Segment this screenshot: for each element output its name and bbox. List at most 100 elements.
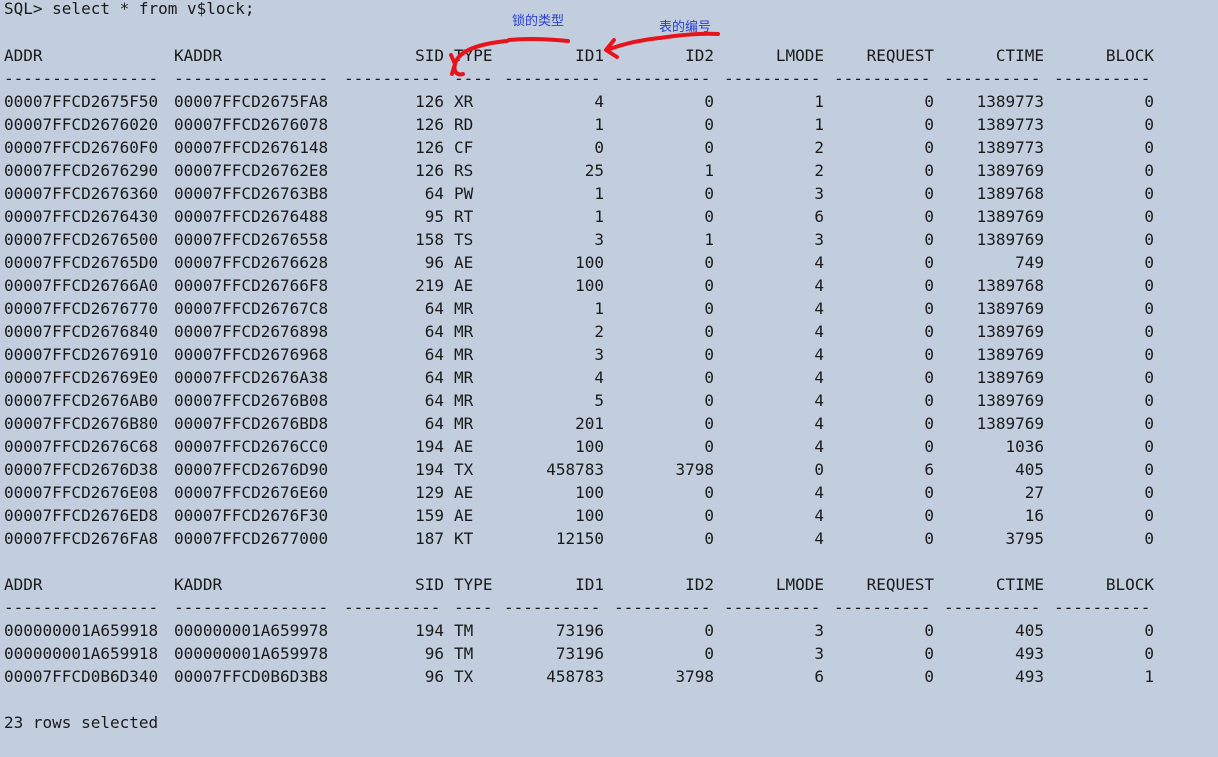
- cell-type: PW: [454, 184, 474, 203]
- cell-addr: 00007FFCD2675F50: [4, 92, 159, 111]
- cell-block: ----------: [1054, 69, 1151, 88]
- cell-type: TYPE: [454, 46, 493, 65]
- cell-ctime: 1036: [1005, 437, 1044, 456]
- cell-type: TS: [454, 230, 474, 249]
- cell-type: ----: [454, 598, 493, 617]
- cell-addr: 00007FFCD2676910: [4, 345, 159, 364]
- cell-lmode: ----------: [724, 598, 821, 617]
- separator-row: ---------------- ---------------- --------…: [4, 67, 1204, 90]
- cell-request: 0: [924, 345, 934, 364]
- cell-block: 0: [1144, 391, 1154, 410]
- cell-lmode: LMODE: [775, 575, 824, 594]
- cell-id2: 1: [704, 161, 714, 180]
- table-row: 00007FFCD26760F0 00007FFCD2676148 126 CF 0 0 2…: [4, 136, 1204, 159]
- cell-id2: 0: [704, 391, 714, 410]
- cell-request: 6: [924, 460, 934, 479]
- table-row: 00007FFCD26765D0 00007FFCD2676628 96 AE 100 0…: [4, 251, 1204, 274]
- cell-ctime: 1389768: [976, 184, 1044, 203]
- cell-addr: 00007FFCD2676E08: [4, 483, 159, 502]
- cell-id2: 1: [704, 230, 714, 249]
- cell-block: 0: [1144, 299, 1154, 318]
- cell-lmode: 4: [814, 391, 824, 410]
- cell-kaddr: 00007FFCD2675FA8: [174, 92, 329, 111]
- table-row: 00007FFCD0B6D340 00007FFCD0B6D3B8 96 TX 4587…: [4, 665, 1204, 688]
- cell-sid: 64: [424, 322, 444, 341]
- cell-sid: SID: [415, 46, 444, 65]
- cell-id2: ID2: [685, 46, 714, 65]
- cell-request: 0: [924, 184, 934, 203]
- cell-sid: 129: [415, 483, 444, 502]
- table-row: 00007FFCD2676500 00007FFCD2676558 158 TS 3 1 3…: [4, 228, 1204, 251]
- cell-sid: 95: [424, 207, 444, 226]
- cell-lmode: 4: [814, 345, 824, 364]
- cell-addr: 00007FFCD0B6D340: [4, 667, 159, 686]
- cell-id2: 0: [704, 621, 714, 640]
- cell-addr: ----------------: [4, 69, 159, 88]
- cell-request: 0: [924, 115, 934, 134]
- cell-id2: 0: [704, 115, 714, 134]
- table-row: 00007FFCD2676910 00007FFCD2676968 64 MR 3 0 4 0…: [4, 343, 1204, 366]
- cell-kaddr: 00007FFCD2676558: [174, 230, 329, 249]
- cell-id1: 3: [594, 345, 604, 364]
- cell-type: ----: [454, 69, 493, 88]
- cell-addr: 00007FFCD2676430: [4, 207, 159, 226]
- cell-block: 1: [1144, 667, 1154, 686]
- cell-request: 0: [924, 667, 934, 686]
- cell-ctime: 1389768: [976, 276, 1044, 295]
- cell-id1: 201: [575, 414, 604, 433]
- cell-id2: 0: [704, 506, 714, 525]
- cell-type: MR: [454, 368, 474, 387]
- cell-kaddr: 00007FFCD2676898: [174, 322, 329, 341]
- cell-lmode: 4: [814, 437, 824, 456]
- cell-request: 0: [924, 253, 934, 272]
- cell-id1: 2: [594, 322, 604, 341]
- cell-id1: 1: [594, 115, 604, 134]
- cell-sid: 158: [415, 230, 444, 249]
- cell-lmode: 4: [814, 276, 824, 295]
- cell-id2: 0: [704, 207, 714, 226]
- table-row: 00007FFCD2676430 00007FFCD2676488 95 RT 1 0 6 0…: [4, 205, 1204, 228]
- cell-id1: 100: [575, 483, 604, 502]
- cell-kaddr: 00007FFCD26763B8: [174, 184, 329, 203]
- cell-request: 0: [924, 414, 934, 433]
- table-row: 00007FFCD2676770 00007FFCD26767C8 64 MR 1 0 4 0…: [4, 297, 1204, 320]
- cell-lmode: 4: [814, 368, 824, 387]
- cell-id1: 25: [584, 161, 604, 180]
- cell-sid: 96: [424, 253, 444, 272]
- cell-lmode: LMODE: [775, 46, 824, 65]
- cell-id2: 0: [704, 437, 714, 456]
- cell-sid: 126: [415, 138, 444, 157]
- cell-request: 0: [924, 644, 934, 663]
- cell-request: 0: [924, 161, 934, 180]
- cell-id1: 73196: [555, 621, 604, 640]
- cell-kaddr: 00007FFCD2676F30: [174, 506, 329, 525]
- cell-sid: 219: [415, 276, 444, 295]
- cell-sid: 64: [424, 184, 444, 203]
- cell-request: 0: [924, 299, 934, 318]
- cell-block: BLOCK: [1105, 575, 1154, 594]
- cell-addr: 000000001A659918: [4, 644, 159, 663]
- cell-kaddr: KADDR: [174, 575, 223, 594]
- cell-ctime: 1389769: [976, 414, 1044, 433]
- cell-type: TX: [454, 667, 474, 686]
- cell-type: RD: [454, 115, 474, 134]
- cell-addr: ADDR: [4, 46, 43, 65]
- cell-sid: 96: [424, 667, 444, 686]
- cell-kaddr: 00007FFCD0B6D3B8: [174, 667, 329, 686]
- cell-kaddr: 00007FFCD2676078: [174, 115, 329, 134]
- cell-addr: 00007FFCD2676AB0: [4, 391, 159, 410]
- cell-request: 0: [924, 529, 934, 548]
- table-number-annotation: 表的编号: [659, 20, 712, 35]
- cell-sid: 64: [424, 368, 444, 387]
- cell-type: TYPE: [454, 575, 493, 594]
- cell-block: 0: [1144, 644, 1154, 663]
- table-row: 00007FFCD2676E08 00007FFCD2676E60 129 AE 100…: [4, 481, 1204, 504]
- cell-kaddr: 00007FFCD2676148: [174, 138, 329, 157]
- cell-type: RS: [454, 161, 474, 180]
- sql-command-line[interactable]: SQL> select * from v$lock;: [4, 0, 254, 20]
- cell-request: 0: [924, 621, 934, 640]
- cell-ctime: 27: [1024, 483, 1044, 502]
- cell-kaddr: 000000001A659978: [174, 621, 329, 640]
- cell-lmode: 2: [814, 138, 824, 157]
- cell-lmode: 4: [814, 253, 824, 272]
